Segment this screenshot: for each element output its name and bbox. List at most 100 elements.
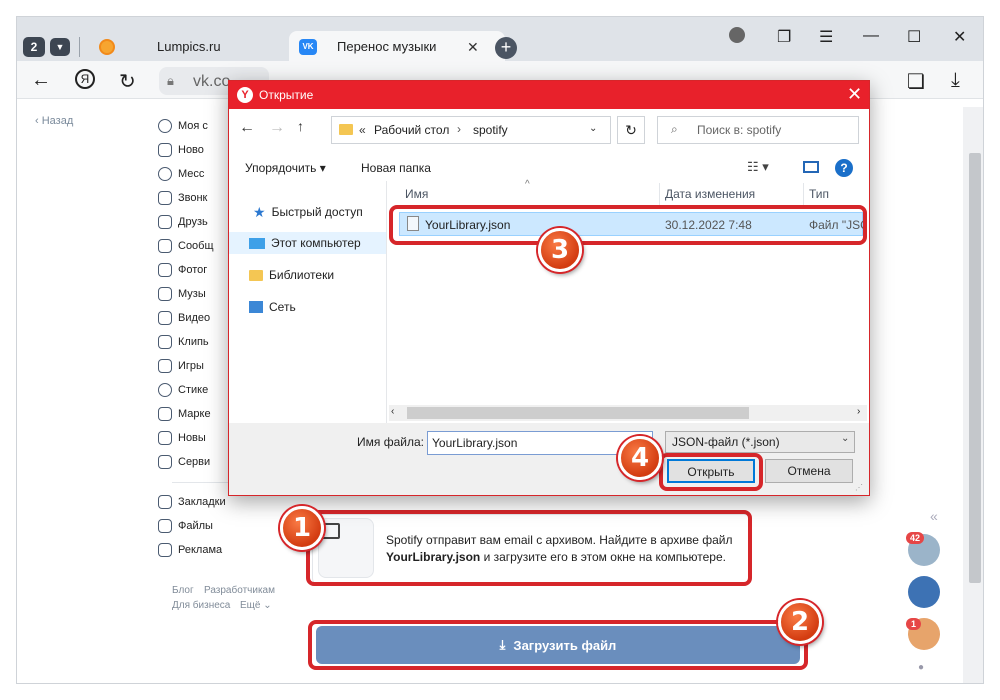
folder-icon: [339, 124, 353, 135]
search-placeholder[interactable]: Поиск в: spotify: [697, 123, 781, 137]
cancel-button[interactable]: Отмена: [765, 459, 853, 483]
open-file-dialog: Y Открытие ✕ ← → ↑ « Рабочий стол › spot…: [228, 80, 870, 496]
gamepad-icon: [158, 359, 172, 373]
photo-icon: [158, 263, 172, 277]
nav-stickers[interactable]: Стике: [158, 380, 208, 400]
chat-bubble-icon[interactable]: ●: [918, 662, 924, 673]
scroll-left-icon[interactable]: ‹: [391, 406, 394, 417]
nav-music[interactable]: Музы: [158, 284, 206, 304]
path-desktop[interactable]: Рабочий стол: [374, 123, 449, 137]
footer-more-link[interactable]: Ещё ⌄: [240, 600, 272, 611]
nav-communities[interactable]: Сообщ: [158, 236, 214, 256]
address-text[interactable]: vk.co: [193, 73, 230, 91]
path-separator: ›: [457, 122, 461, 136]
help-icon[interactable]: ?: [835, 159, 853, 177]
close-window-button[interactable]: ✕: [953, 27, 966, 47]
path-bar[interactable]: [331, 116, 611, 144]
sort-arrow-icon: ^: [525, 179, 530, 190]
nav-label: Видео: [178, 312, 211, 324]
nav-games[interactable]: Игры: [158, 356, 204, 376]
file-icon: [158, 519, 172, 533]
column-type[interactable]: Тип: [809, 187, 829, 201]
new-folder-button[interactable]: Новая папка: [361, 161, 431, 175]
music-icon: [158, 287, 172, 301]
footer-dev-link[interactable]: Разработчикам: [204, 585, 275, 596]
nav-label: Марке: [178, 408, 211, 420]
nav-video[interactable]: Видео: [158, 308, 210, 328]
nav-services[interactable]: Серви: [158, 452, 210, 472]
tab-close-icon[interactable]: ✕: [467, 39, 479, 56]
nav-ads[interactable]: Реклама: [158, 540, 222, 560]
dialog-close-icon[interactable]: ✕: [847, 84, 862, 105]
nav-calls[interactable]: Звонк: [158, 188, 207, 208]
download-icon[interactable]: ⤓: [951, 69, 960, 92]
tab-count-badge[interactable]: 2: [23, 37, 45, 57]
nav-back-icon[interactable]: ←: [239, 119, 255, 137]
organize-menu[interactable]: Упорядочить ▾: [245, 161, 326, 175]
chat-avatar-bot[interactable]: [908, 576, 940, 608]
nav-bookmarks[interactable]: Закладки: [158, 492, 226, 512]
footer-blog-link[interactable]: Блог: [172, 585, 194, 596]
filetype-select[interactable]: JSON-файл (*.json): [665, 431, 855, 453]
nav-label: Звонк: [178, 192, 208, 204]
nav-news[interactable]: Ново: [158, 140, 204, 160]
minimize-button[interactable]: —: [863, 27, 879, 45]
lock-icon[interactable]: 🔒︎: [167, 73, 174, 89]
callout-1-badge: 1: [280, 506, 324, 550]
nav-my-page[interactable]: Моя с: [158, 116, 208, 136]
collections-icon[interactable]: ❏: [907, 69, 925, 94]
maximize-button[interactable]: ☐: [907, 27, 921, 47]
nav-files[interactable]: Файлы: [158, 516, 213, 536]
libraries-item[interactable]: Библиотеки: [249, 264, 334, 286]
refresh-icon[interactable]: ↻: [617, 116, 645, 144]
nav-label: Моя с: [178, 120, 208, 132]
this-pc-item[interactable]: Этот компьютер: [249, 232, 361, 254]
nav-label: Игры: [178, 360, 204, 372]
nav-pane-label: Сеть: [269, 300, 296, 314]
nav-messenger[interactable]: Месс: [158, 164, 204, 184]
nav-label: Музы: [178, 288, 206, 300]
nav-up-icon[interactable]: ↑: [297, 118, 304, 134]
yandex-icon[interactable]: Я: [75, 69, 95, 89]
network-item[interactable]: Сеть: [249, 296, 296, 318]
footer-business-link[interactable]: Для бизнеса: [172, 600, 230, 611]
nav-label: Месс: [178, 168, 205, 180]
profile-avatar-icon[interactable]: [729, 27, 745, 43]
path-dropdown-icon[interactable]: ⌄: [589, 123, 597, 134]
page-scrollbar[interactable]: [969, 153, 981, 583]
sticker-icon: [158, 383, 172, 397]
preview-pane-icon[interactable]: [803, 161, 819, 173]
new-tab-button[interactable]: +: [495, 37, 517, 59]
profile-icon: [158, 119, 172, 133]
column-date[interactable]: Дата изменения: [665, 187, 755, 201]
nav-label: Новы: [178, 432, 206, 444]
lumpics-favicon-icon: [99, 39, 115, 55]
column-name[interactable]: Имя: [405, 187, 428, 201]
tab-lumpics[interactable]: Lumpics.ru: [157, 39, 221, 54]
horizontal-scroll-thumb[interactable]: [407, 407, 749, 419]
scroll-right-icon[interactable]: ›: [857, 406, 860, 417]
callout-1-highlight: [306, 510, 752, 586]
tab-perenos-muzyki[interactable]: Перенос музыки: [337, 39, 436, 54]
quick-access-item[interactable]: ★ Быстрый доступ: [253, 201, 363, 223]
nav-friends[interactable]: Друзь: [158, 212, 208, 232]
nav-new-year[interactable]: Новы: [158, 428, 206, 448]
resize-grip-icon[interactable]: ⋰: [855, 483, 863, 492]
nav-pane-label: Быстрый доступ: [271, 205, 363, 219]
reload-icon[interactable]: ↻: [119, 69, 136, 94]
view-options-icon[interactable]: ☷ ▾: [747, 159, 769, 175]
bookmark-pages-icon[interactable]: ❐: [777, 27, 791, 47]
communities-icon: [158, 239, 172, 253]
back-icon[interactable]: ←: [31, 69, 51, 92]
back-link[interactable]: ‹ Назад: [35, 115, 73, 127]
collapse-chats-icon[interactable]: «: [930, 508, 938, 524]
nav-market[interactable]: Марке: [158, 404, 211, 424]
nav-photos[interactable]: Фотог: [158, 260, 207, 280]
nav-forward-icon[interactable]: →: [269, 119, 285, 137]
path-overflow[interactable]: «: [359, 123, 366, 137]
tabs-menu-chevron-icon[interactable]: ▼: [50, 38, 70, 56]
menu-icon[interactable]: ☰: [819, 27, 833, 47]
nav-clips[interactable]: Клипь: [158, 332, 209, 352]
path-spotify[interactable]: spotify: [473, 123, 508, 137]
nav-label: Ново: [178, 144, 204, 156]
